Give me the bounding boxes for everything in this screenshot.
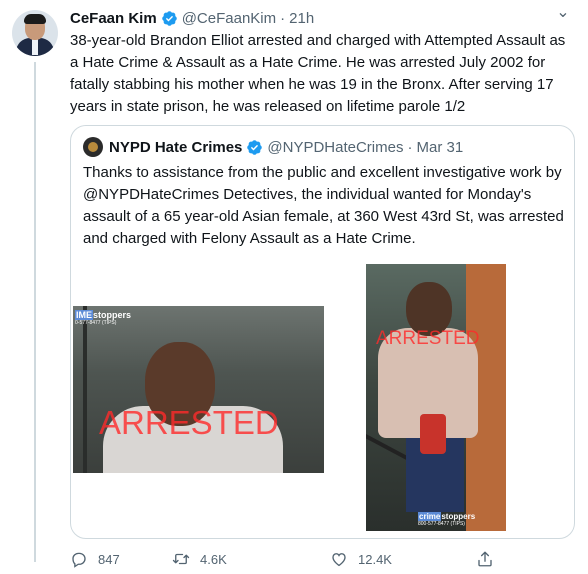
share-icon <box>478 551 492 567</box>
quoted-author-handle: @NYPDHateCrimes <box>267 138 404 156</box>
quoted-tweet-text: Thanks to assistance from the public and… <box>83 164 564 247</box>
more-icon[interactable]: ⌄ <box>552 5 574 28</box>
thread-line <box>34 62 36 562</box>
retweet-icon <box>172 553 190 565</box>
header-separator: · <box>280 9 286 27</box>
quoted-date: Mar 31 <box>416 138 464 156</box>
tweet-time[interactable]: 21h <box>289 10 314 27</box>
reply-icon <box>72 552 86 568</box>
share-button[interactable] <box>476 549 504 569</box>
quoted-tweet-header: NYPD Hate Crimes @NYPDHateCrimes · Mar 3… <box>83 136 463 158</box>
arrested-overlay: ARRESTED <box>99 404 279 441</box>
reply-button[interactable]: 847 <box>70 549 120 569</box>
suspect-photo-closeup[interactable]: IMEstoppers 0-577-8477 (TIPS) ARRESTED <box>73 306 324 473</box>
retweet-count: 4.6K <box>200 551 227 567</box>
tweet-text: 38-year-old Brandon Elliot arrested and … <box>70 32 566 115</box>
author-avatar[interactable] <box>12 10 58 56</box>
like-count: 12.4K <box>358 551 392 567</box>
crime-stoppers-logo: crimestoppers 800-577-8477 (TIPS) <box>418 512 476 527</box>
like-icon <box>332 553 346 567</box>
quoted-author-avatar <box>83 137 103 157</box>
crime-stoppers-logo: IMEstoppers 0-577-8477 (TIPS) <box>75 310 132 326</box>
verified-badge-icon <box>247 139 263 155</box>
quoted-separator: · <box>407 138 413 156</box>
retweet-button[interactable]: 4.6K <box>172 549 227 569</box>
quoted-tweet[interactable]: NYPD Hate Crimes @NYPDHateCrimes · Mar 3… <box>70 125 575 539</box>
tweet-actions: 847 4.6K 12.4K <box>70 549 500 569</box>
verified-badge-icon <box>161 10 177 26</box>
quoted-author-name: NYPD Hate Crimes <box>109 138 243 156</box>
arrested-overlay: ARRESTED <box>376 328 480 349</box>
suspect-photo-full[interactable]: ARRESTED crimestoppers 800-577-8477 (TIP… <box>366 264 506 531</box>
tweet-header: CeFaan Kim @CeFaanKim · 21h <box>70 7 314 29</box>
like-button[interactable]: 12.4K <box>330 549 392 569</box>
reply-count: 847 <box>98 551 120 567</box>
author-name[interactable]: CeFaan Kim <box>70 10 157 27</box>
author-handle[interactable]: @CeFaanKim <box>182 10 276 27</box>
